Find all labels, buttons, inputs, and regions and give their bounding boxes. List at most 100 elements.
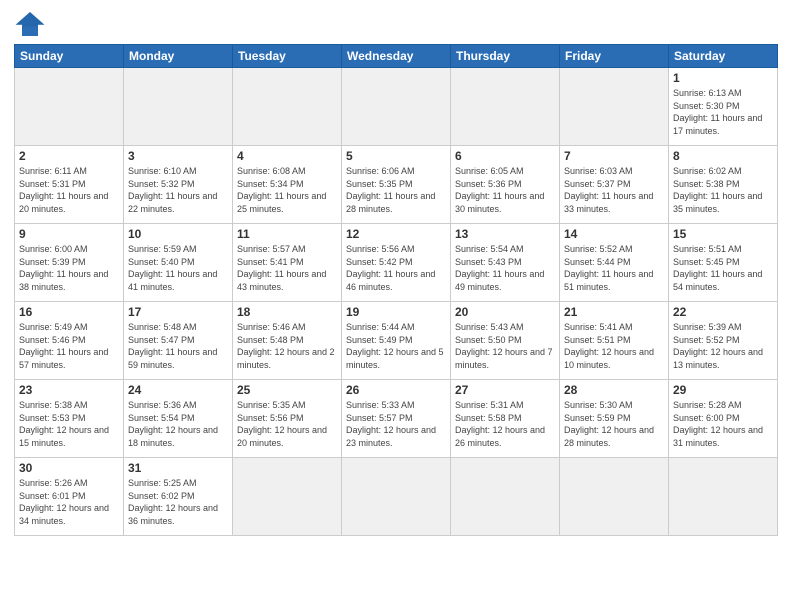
weekday-header-tuesday: Tuesday	[233, 45, 342, 68]
day-number: 9	[19, 227, 119, 241]
day-cell: 23 Sunrise: 5:38 AM Sunset: 5:53 PM Dayli…	[15, 380, 124, 458]
day-cell: 30 Sunrise: 5:26 AM Sunset: 6:01 PM Dayli…	[15, 458, 124, 536]
day-info: Sunrise: 6:11 AM Sunset: 5:31 PM Dayligh…	[19, 165, 119, 215]
day-info: Sunrise: 6:06 AM Sunset: 5:35 PM Dayligh…	[346, 165, 446, 215]
weekday-header-wednesday: Wednesday	[342, 45, 451, 68]
day-info: Sunrise: 5:30 AM Sunset: 5:59 PM Dayligh…	[564, 399, 664, 449]
week-row-5: 23 Sunrise: 5:38 AM Sunset: 5:53 PM Dayli…	[15, 380, 778, 458]
day-cell	[233, 68, 342, 146]
day-cell: 15Sunrise: 5:51 AM Sunset: 5:45 PM Dayli…	[669, 224, 778, 302]
day-number: 18	[237, 305, 337, 319]
week-row-1: 1 Sunrise: 6:13 AM Sunset: 5:30 PM Daylig…	[15, 68, 778, 146]
weekday-header-friday: Friday	[560, 45, 669, 68]
day-number: 16	[19, 305, 119, 319]
day-cell: 21 Sunrise: 5:41 AM Sunset: 5:51 PM Dayli…	[560, 302, 669, 380]
week-row-3: 9 Sunrise: 6:00 AM Sunset: 5:39 PM Daylig…	[15, 224, 778, 302]
day-number: 10	[128, 227, 228, 241]
day-cell: 9 Sunrise: 6:00 AM Sunset: 5:39 PM Daylig…	[15, 224, 124, 302]
day-number: 15	[673, 227, 773, 241]
day-number: 31	[128, 461, 228, 475]
day-info: Sunrise: 5:52 AM Sunset: 5:44 PM Dayligh…	[564, 243, 664, 293]
day-info: Sunrise: 5:26 AM Sunset: 6:01 PM Dayligh…	[19, 477, 119, 527]
day-number: 23	[19, 383, 119, 397]
day-number: 1	[673, 71, 773, 85]
day-info: Sunrise: 5:31 AM Sunset: 5:58 PM Dayligh…	[455, 399, 555, 449]
day-cell: 13Sunrise: 5:54 AM Sunset: 5:43 PM Dayli…	[451, 224, 560, 302]
day-info: Sunrise: 5:56 AM Sunset: 5:42 PM Dayligh…	[346, 243, 446, 293]
day-cell	[560, 458, 669, 536]
day-info: Sunrise: 5:25 AM Sunset: 6:02 PM Dayligh…	[128, 477, 228, 527]
day-cell: 25 Sunrise: 5:35 AM Sunset: 5:56 PM Dayli…	[233, 380, 342, 458]
day-cell: 16 Sunrise: 5:49 AM Sunset: 5:46 PM Dayli…	[15, 302, 124, 380]
day-cell: 12 Sunrise: 5:56 AM Sunset: 5:42 PM Dayli…	[342, 224, 451, 302]
week-row-4: 16 Sunrise: 5:49 AM Sunset: 5:46 PM Dayli…	[15, 302, 778, 380]
day-number: 24	[128, 383, 228, 397]
day-number: 13	[455, 227, 555, 241]
weekday-header-monday: Monday	[124, 45, 233, 68]
day-cell: 20 Sunrise: 5:43 AM Sunset: 5:50 PM Dayli…	[451, 302, 560, 380]
day-number: 2	[19, 149, 119, 163]
day-number: 12	[346, 227, 446, 241]
day-number: 3	[128, 149, 228, 163]
day-info: Sunrise: 6:00 AM Sunset: 5:39 PM Dayligh…	[19, 243, 119, 293]
day-info: Sunrise: 6:02 AM Sunset: 5:38 PM Dayligh…	[673, 165, 773, 215]
day-info: Sunrise: 6:13 AM Sunset: 5:30 PM Dayligh…	[673, 87, 773, 137]
logo	[14, 10, 50, 38]
day-cell	[342, 68, 451, 146]
calendar: SundayMondayTuesdayWednesdayThursdayFrid…	[14, 44, 778, 536]
day-number: 11	[237, 227, 337, 241]
day-cell	[124, 68, 233, 146]
weekday-header-row: SundayMondayTuesdayWednesdayThursdayFrid…	[15, 45, 778, 68]
day-cell	[669, 458, 778, 536]
day-info: Sunrise: 6:03 AM Sunset: 5:37 PM Dayligh…	[564, 165, 664, 215]
week-row-2: 2 Sunrise: 6:11 AM Sunset: 5:31 PM Daylig…	[15, 146, 778, 224]
weekday-header-thursday: Thursday	[451, 45, 560, 68]
day-number: 20	[455, 305, 555, 319]
day-info: Sunrise: 5:33 AM Sunset: 5:57 PM Dayligh…	[346, 399, 446, 449]
day-info: Sunrise: 5:28 AM Sunset: 6:00 PM Dayligh…	[673, 399, 773, 449]
day-info: Sunrise: 5:38 AM Sunset: 5:53 PM Dayligh…	[19, 399, 119, 449]
weekday-header-saturday: Saturday	[669, 45, 778, 68]
day-info: Sunrise: 5:46 AM Sunset: 5:48 PM Dayligh…	[237, 321, 337, 371]
day-cell: 29 Sunrise: 5:28 AM Sunset: 6:00 PM Dayli…	[669, 380, 778, 458]
day-info: Sunrise: 5:43 AM Sunset: 5:50 PM Dayligh…	[455, 321, 555, 371]
day-info: Sunrise: 5:48 AM Sunset: 5:47 PM Dayligh…	[128, 321, 228, 371]
day-cell: 4Sunrise: 6:08 AM Sunset: 5:34 PM Daylig…	[233, 146, 342, 224]
day-cell	[233, 458, 342, 536]
day-info: Sunrise: 6:05 AM Sunset: 5:36 PM Dayligh…	[455, 165, 555, 215]
day-cell	[451, 458, 560, 536]
day-number: 21	[564, 305, 664, 319]
day-cell: 19Sunrise: 5:44 AM Sunset: 5:49 PM Dayli…	[342, 302, 451, 380]
day-info: Sunrise: 5:41 AM Sunset: 5:51 PM Dayligh…	[564, 321, 664, 371]
weekday-header-sunday: Sunday	[15, 45, 124, 68]
day-cell: 24 Sunrise: 5:36 AM Sunset: 5:54 PM Dayli…	[124, 380, 233, 458]
page: SundayMondayTuesdayWednesdayThursdayFrid…	[0, 0, 792, 612]
day-number: 25	[237, 383, 337, 397]
day-info: Sunrise: 5:49 AM Sunset: 5:46 PM Dayligh…	[19, 321, 119, 371]
header	[14, 10, 778, 38]
day-number: 27	[455, 383, 555, 397]
day-number: 14	[564, 227, 664, 241]
day-cell	[451, 68, 560, 146]
day-number: 5	[346, 149, 446, 163]
day-cell: 7 Sunrise: 6:03 AM Sunset: 5:37 PM Daylig…	[560, 146, 669, 224]
day-cell	[15, 68, 124, 146]
day-cell: 14 Sunrise: 5:52 AM Sunset: 5:44 PM Dayli…	[560, 224, 669, 302]
day-info: Sunrise: 6:08 AM Sunset: 5:34 PM Dayligh…	[237, 165, 337, 215]
day-number: 22	[673, 305, 773, 319]
day-number: 29	[673, 383, 773, 397]
day-info: Sunrise: 5:35 AM Sunset: 5:56 PM Dayligh…	[237, 399, 337, 449]
day-number: 8	[673, 149, 773, 163]
day-number: 7	[564, 149, 664, 163]
day-cell: 6Sunrise: 6:05 AM Sunset: 5:36 PM Daylig…	[451, 146, 560, 224]
day-number: 28	[564, 383, 664, 397]
day-cell: 2 Sunrise: 6:11 AM Sunset: 5:31 PM Daylig…	[15, 146, 124, 224]
day-info: Sunrise: 5:57 AM Sunset: 5:41 PM Dayligh…	[237, 243, 337, 293]
day-info: Sunrise: 5:36 AM Sunset: 5:54 PM Dayligh…	[128, 399, 228, 449]
week-row-6: 30 Sunrise: 5:26 AM Sunset: 6:01 PM Dayli…	[15, 458, 778, 536]
day-cell: 18 Sunrise: 5:46 AM Sunset: 5:48 PM Dayli…	[233, 302, 342, 380]
day-number: 30	[19, 461, 119, 475]
day-cell: 27 Sunrise: 5:31 AM Sunset: 5:58 PM Dayli…	[451, 380, 560, 458]
day-cell: 1 Sunrise: 6:13 AM Sunset: 5:30 PM Daylig…	[669, 68, 778, 146]
logo-icon	[14, 10, 46, 38]
